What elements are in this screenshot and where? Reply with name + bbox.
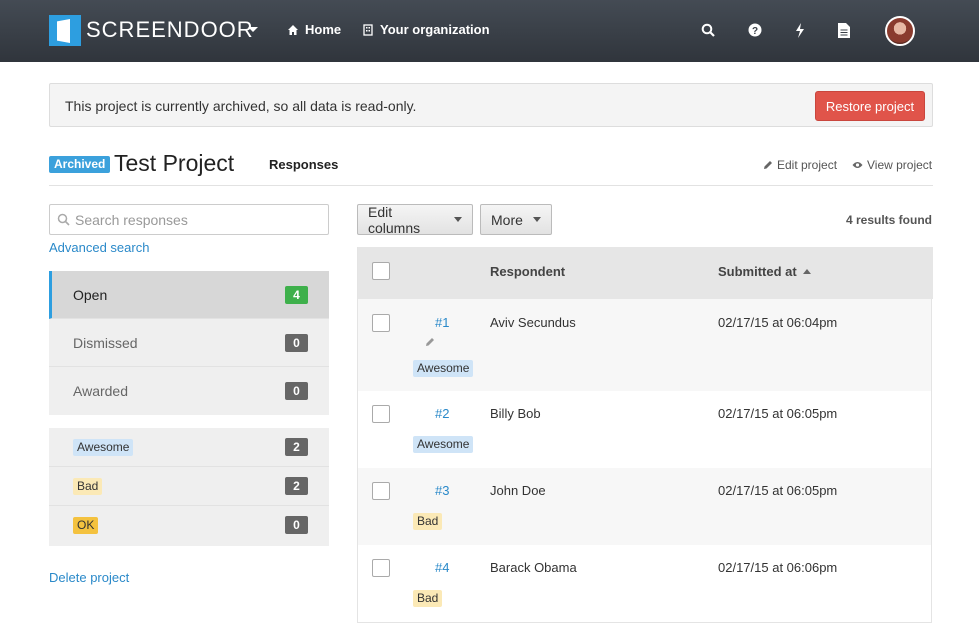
more-label: More xyxy=(491,211,523,228)
submitted-date: 02/17/15 at 06:06pm xyxy=(718,560,838,575)
status-count-badge: 0 xyxy=(285,382,308,400)
label-filter-list: Awesome 2 Bad 2 OK 0 xyxy=(49,428,329,546)
responses-table: Respondent Submitted at #1 Awesome Aviv … xyxy=(357,247,933,623)
column-header-submitted[interactable]: Submitted at xyxy=(718,264,811,279)
response-id-link[interactable]: #1 xyxy=(435,315,449,330)
response-label-tag: Bad xyxy=(413,590,443,607)
column-header-label: Submitted at xyxy=(718,264,797,279)
user-avatar[interactable] xyxy=(885,16,915,46)
project-title: Test Project xyxy=(114,150,235,176)
status-count-badge: 4 xyxy=(285,286,308,304)
archived-notice: This project is currently archived, so a… xyxy=(49,83,933,127)
column-header-respondent[interactable]: Respondent xyxy=(490,264,565,279)
svg-text:?: ? xyxy=(752,26,758,37)
submitted-date: 02/17/15 at 06:04pm xyxy=(718,315,838,330)
status-item-awarded[interactable]: Awarded 0 xyxy=(49,367,329,415)
edit-columns-button[interactable]: Edit columns xyxy=(357,203,473,236)
top-navbar: SCREENDOOR Home Your organization ? xyxy=(0,0,979,62)
respondent-name: Barack Obama xyxy=(490,560,577,575)
nav-home-link[interactable]: Home xyxy=(287,22,341,37)
label-item-bad[interactable]: Bad 2 xyxy=(49,467,329,506)
respondent-name: John Doe xyxy=(490,483,546,498)
status-label: Awarded xyxy=(73,383,129,399)
response-id-link[interactable]: #4 xyxy=(435,560,449,575)
pencil-icon xyxy=(764,161,772,169)
status-filter-list: Open 4 Dismissed 0 Awarded 0 xyxy=(49,271,329,415)
chevron-down-icon xyxy=(532,217,541,222)
label-item-awesome[interactable]: Awesome 2 xyxy=(49,428,329,467)
screendoor-logo-icon[interactable] xyxy=(49,15,81,46)
table-row[interactable]: #4 Bad Barack Obama 02/17/15 at 06:06pm xyxy=(358,545,931,622)
status-label: Open xyxy=(73,287,108,303)
eye-icon xyxy=(852,162,863,168)
search-responses-field[interactable] xyxy=(49,204,329,235)
respondent-name: Billy Bob xyxy=(490,406,541,421)
view-project-label: View project xyxy=(867,158,933,172)
status-item-dismissed[interactable]: Dismissed 0 xyxy=(49,319,329,367)
search-responses-input[interactable] xyxy=(75,211,320,229)
row-checkbox[interactable] xyxy=(372,482,390,500)
brand-dropdown-caret-icon[interactable] xyxy=(248,27,258,32)
label-tag: Awesome xyxy=(73,439,134,456)
label-count-badge: 0 xyxy=(285,516,308,534)
select-all-checkbox[interactable] xyxy=(372,262,390,280)
label-tag: Bad xyxy=(73,478,103,495)
nav-home-label: Home xyxy=(305,22,342,37)
view-project-link[interactable]: View project xyxy=(852,158,932,172)
edit-project-link[interactable]: Edit project xyxy=(763,158,837,172)
brand-name[interactable]: SCREENDOOR xyxy=(86,17,254,43)
table-row[interactable]: #3 Bad John Doe 02/17/15 at 06:05pm xyxy=(358,468,931,545)
row-checkbox[interactable] xyxy=(372,314,390,332)
building-icon xyxy=(363,23,373,36)
submitted-date: 02/17/15 at 06:05pm xyxy=(718,483,838,498)
label-tag: OK xyxy=(73,517,99,534)
delete-project-link[interactable]: Delete project xyxy=(49,570,129,585)
response-label-tag: Awesome xyxy=(413,436,474,453)
archived-notice-text: This project is currently archived, so a… xyxy=(65,98,417,114)
label-item-ok[interactable]: OK 0 xyxy=(49,506,329,546)
search-icon xyxy=(57,213,70,226)
row-checkbox[interactable] xyxy=(372,405,390,423)
search-icon[interactable] xyxy=(698,20,718,40)
edit-project-label: Edit project xyxy=(777,158,838,172)
response-id-link[interactable]: #2 xyxy=(435,406,449,421)
sort-ascending-icon xyxy=(802,269,811,274)
pencil-icon[interactable] xyxy=(425,337,435,347)
lightning-icon[interactable] xyxy=(790,20,810,40)
nav-organization-label: Your organization xyxy=(380,22,490,37)
response-label-tag: Awesome xyxy=(413,360,474,377)
more-button[interactable]: More xyxy=(480,204,552,235)
document-icon[interactable] xyxy=(834,20,854,40)
respondent-name: Aviv Secundus xyxy=(490,315,576,330)
status-item-open[interactable]: Open 4 xyxy=(49,271,329,319)
archived-badge: Archived xyxy=(49,156,111,173)
advanced-search-link[interactable]: Advanced search xyxy=(49,240,149,255)
response-label-tag: Bad xyxy=(413,513,443,530)
label-count-badge: 2 xyxy=(285,438,308,456)
nav-organization-link[interactable]: Your organization xyxy=(362,22,490,37)
submitted-date: 02/17/15 at 06:05pm xyxy=(718,406,838,421)
status-label: Dismissed xyxy=(73,335,138,351)
tab-responses[interactable]: Responses xyxy=(269,157,338,172)
table-row[interactable]: #2 Awesome Billy Bob 02/17/15 at 06:05pm xyxy=(358,391,931,468)
edit-columns-label: Edit columns xyxy=(368,203,421,236)
results-count: 4 results found xyxy=(845,213,932,227)
status-count-badge: 0 xyxy=(285,334,308,352)
chevron-down-icon xyxy=(454,217,462,222)
column-header-label: Respondent xyxy=(490,264,566,279)
home-icon xyxy=(288,24,298,35)
table-header: Respondent Submitted at xyxy=(358,247,933,299)
restore-project-button[interactable]: Restore project xyxy=(815,91,925,121)
label-count-badge: 2 xyxy=(285,477,308,495)
help-icon[interactable]: ? xyxy=(745,20,765,40)
response-id-link[interactable]: #3 xyxy=(435,483,449,498)
table-row[interactable]: #1 Awesome Aviv Secundus 02/17/15 at 06:… xyxy=(358,299,931,391)
header-divider xyxy=(49,185,933,186)
row-checkbox[interactable] xyxy=(372,559,390,577)
